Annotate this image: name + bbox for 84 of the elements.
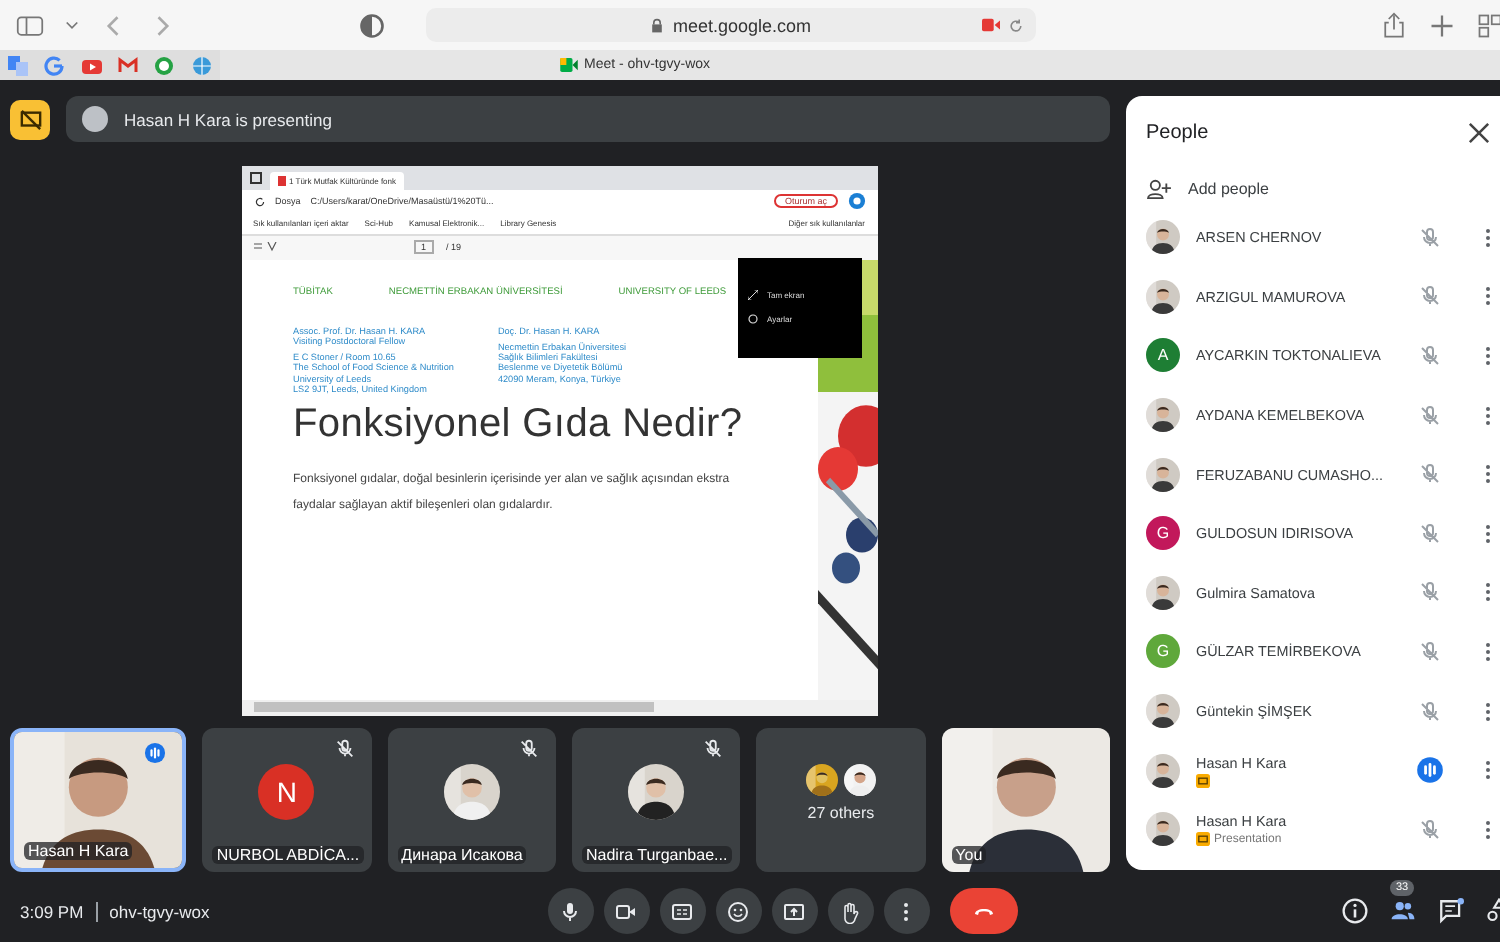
presentation-off-icon	[19, 109, 41, 129]
presentation-badge-icon	[1196, 832, 1210, 847]
stop-presenting-button[interactable]	[10, 99, 50, 139]
mail-icon[interactable]	[118, 55, 139, 75]
mic-off-icon	[1418, 817, 1443, 842]
mic-off-icon	[1418, 580, 1443, 605]
avatar: N	[258, 764, 315, 820]
participant-tile[interactable]: Hasan H Kara	[10, 728, 187, 872]
video-call-icon	[560, 58, 578, 72]
participant-name: You	[951, 846, 987, 864]
mic-off-icon	[1418, 699, 1443, 724]
smiley-icon	[726, 899, 750, 923]
mic-off-icon	[1418, 462, 1443, 487]
participant-tile[interactable]: Динара Исакова	[387, 728, 556, 872]
mic-off-icon	[702, 738, 725, 760]
emoji-button[interactable]	[715, 888, 761, 934]
panel-title: People	[1146, 121, 1209, 143]
mic-off-icon	[1418, 403, 1443, 428]
people-icon[interactable]	[1390, 898, 1416, 924]
raise-hand-button[interactable]	[827, 888, 873, 934]
mic-off-icon	[333, 738, 356, 760]
close-icon[interactable]	[1468, 121, 1490, 143]
microphone-icon	[558, 899, 582, 923]
add-person-icon	[1146, 177, 1172, 199]
add-people-button[interactable]: Add people	[1146, 168, 1500, 208]
window-icon	[249, 171, 261, 183]
captions-button[interactable]	[659, 888, 705, 934]
clock: 3:09 PM	[20, 901, 84, 921]
mic-off-icon	[1418, 284, 1443, 309]
present-button[interactable]	[771, 888, 817, 934]
new-tab-icon[interactable]	[1428, 11, 1456, 39]
settings-icon	[747, 314, 757, 324]
hand-icon	[838, 899, 862, 923]
mic-off-icon	[1418, 343, 1443, 368]
lock-icon	[650, 17, 665, 33]
mic-off-icon	[1418, 639, 1443, 664]
present-screen-icon	[782, 899, 806, 923]
camera-icon	[614, 899, 638, 923]
camera-button[interactable]	[603, 888, 649, 934]
participant-tile[interactable]: N NURBOL ABDİCA...	[202, 728, 372, 872]
translate-icon[interactable]	[8, 55, 29, 75]
mic-off-icon	[1418, 225, 1443, 250]
share-icon[interactable]	[1380, 11, 1408, 39]
avatar: G	[1146, 516, 1180, 551]
chat-icon[interactable]	[1438, 898, 1464, 924]
participant-count: 27 others	[807, 803, 875, 821]
tabs-overview-icon[interactable]	[1476, 11, 1500, 39]
participant-name: Nadira Turganbae...	[581, 846, 732, 864]
participant-name: NURBOL ABDİCA...	[212, 846, 364, 864]
camera-icon	[982, 18, 1000, 32]
globe-icon[interactable]	[191, 55, 212, 75]
slide-title: Fonksiyonel Gıda Nedir?	[293, 402, 745, 449]
chat-app-icon[interactable]	[154, 55, 175, 75]
participant-tile[interactable]: You	[941, 728, 1110, 872]
video-site-icon[interactable]	[81, 55, 102, 75]
participant-tile[interactable]: 27 others	[756, 728, 926, 872]
mic-off-icon	[1418, 521, 1443, 546]
speaking-icon	[1416, 756, 1444, 785]
mic-off-icon	[517, 738, 540, 760]
reload-icon[interactable]	[253, 195, 265, 207]
scrollbar[interactable]	[253, 702, 653, 712]
address-bar[interactable]: meet.google.com	[426, 8, 1036, 42]
speaking-icon	[144, 742, 167, 764]
sidebar-icon[interactable]	[16, 11, 44, 39]
participant-name: Динара Исакова	[397, 846, 527, 864]
presenting-text: Hasan H Kara is presenting	[124, 109, 332, 129]
more-options-button[interactable]	[883, 888, 929, 934]
pdf-tools-drawing[interactable]	[253, 242, 281, 252]
info-icon[interactable]	[1342, 898, 1368, 924]
participant-name: Hasan H Kara	[24, 842, 133, 860]
google-icon[interactable]	[44, 55, 65, 75]
avatar	[82, 106, 108, 132]
captions-icon	[670, 899, 694, 923]
fullscreen-icon	[747, 290, 757, 300]
meeting-code: ohv-tgvy-wox	[109, 901, 210, 921]
url-text: meet.google.com	[672, 15, 812, 35]
pdf-icon	[277, 175, 285, 185]
assistant-icon[interactable]	[847, 192, 865, 210]
avatar: G	[1146, 634, 1180, 669]
participant-tile[interactable]: Nadira Turganbae...	[571, 728, 741, 872]
presentation-badge-icon	[1196, 773, 1210, 788]
leave-call-button[interactable]	[949, 888, 1017, 934]
microphone-button[interactable]	[547, 888, 593, 934]
avatar: A	[1146, 338, 1180, 373]
